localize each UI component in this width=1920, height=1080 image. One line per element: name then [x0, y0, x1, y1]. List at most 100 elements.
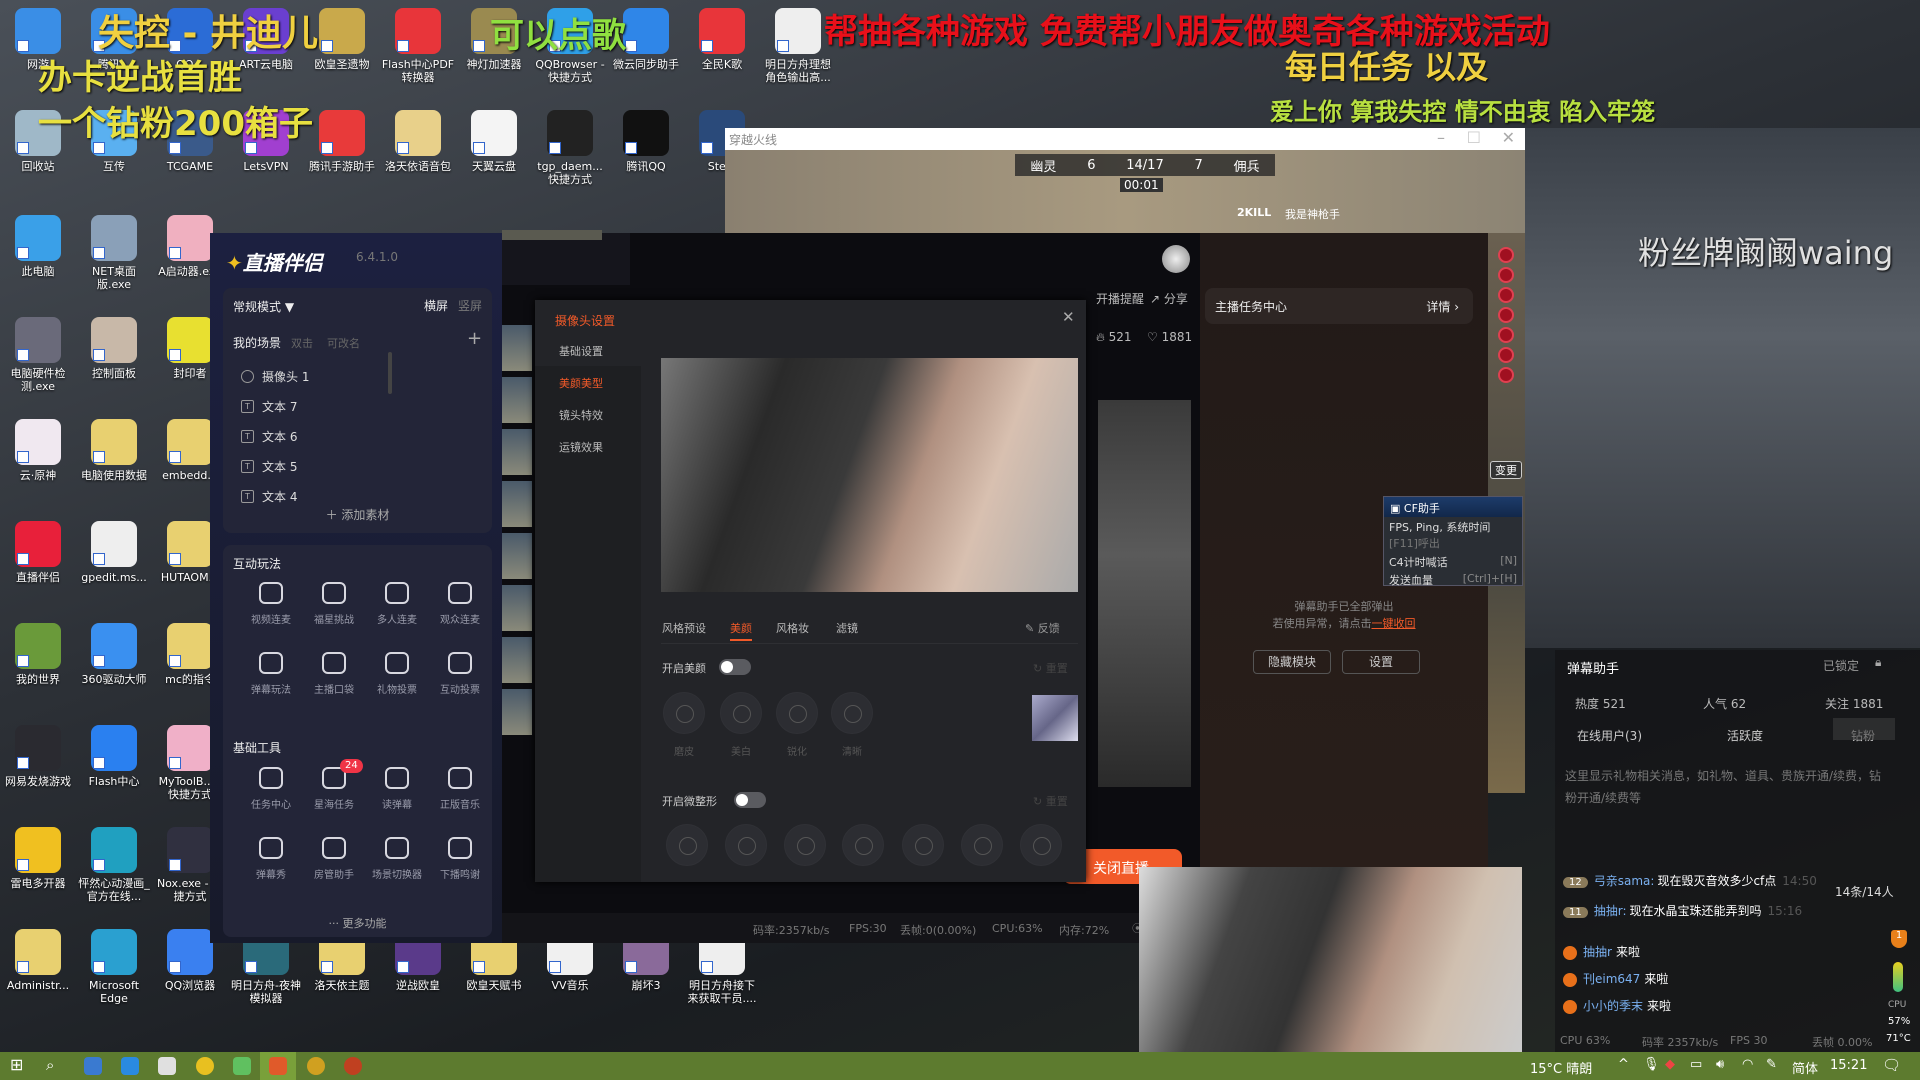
- scene-thumbnail[interactable]: [502, 585, 532, 631]
- add-scene-icon[interactable]: +: [467, 328, 482, 349]
- desktop-icon[interactable]: 洛天依语音包: [380, 110, 456, 173]
- desktop-icon[interactable]: NET桌面版.exe: [76, 215, 152, 291]
- volume-icon[interactable]: 🔊︎: [1716, 1057, 1724, 1072]
- tool-7[interactable]: 礼物投票: [365, 652, 429, 696]
- scene-thumbnail[interactable]: [502, 377, 532, 423]
- desktop-icon[interactable]: Administr...: [0, 929, 76, 992]
- desktop-icon[interactable]: 云·原神: [0, 419, 76, 482]
- pen-icon[interactable]: ✎: [1766, 1057, 1777, 1072]
- enter-username[interactable]: 小小的季末: [1583, 999, 1643, 1013]
- share-button[interactable]: ↗ 分享: [1150, 290, 1188, 307]
- desktop-icon[interactable]: 天翼云盘: [456, 110, 532, 173]
- search-icon[interactable]: ⌕: [46, 1056, 54, 1074]
- cf-item-hp[interactable]: 发送血量 [Ctrl]+[H]: [1384, 571, 1522, 589]
- scene-thumbnail[interactable]: [502, 689, 532, 735]
- desktop-icon[interactable]: 直播伴侣: [0, 521, 76, 584]
- dialog-nav-item[interactable]: 运镜效果: [535, 430, 641, 462]
- desktop-icon[interactable]: Flash中心: [76, 725, 152, 788]
- mail-icon[interactable]: [121, 1057, 139, 1075]
- chat-username[interactable]: 弓亲sama:: [1594, 874, 1655, 888]
- scene-thumbnail[interactable]: [502, 429, 532, 475]
- mode-dropdown[interactable]: 常规模式 ▼: [233, 298, 294, 315]
- tool-5[interactable]: 弹幕秀: [239, 837, 303, 881]
- weather[interactable]: 15°C 晴朗: [1530, 1058, 1592, 1077]
- enter-username[interactable]: 抽抽r: [1583, 945, 1612, 959]
- tool-5[interactable]: 弹幕玩法: [239, 652, 303, 696]
- desktop-icon[interactable]: tgp_daem... 快捷方式: [532, 110, 608, 186]
- tab-4[interactable]: 滤镜: [836, 620, 858, 636]
- feedback-button[interactable]: ✎ 反馈: [1025, 620, 1060, 636]
- tool-3[interactable]: 读弹幕: [365, 767, 429, 811]
- tab-landscape[interactable]: 横屏: [424, 297, 448, 314]
- beauty-option-4[interactable]: [831, 692, 873, 734]
- tool-1[interactable]: 视频连麦: [239, 582, 303, 626]
- game-viewport[interactable]: 幽灵 6 14/17 7 佣兵 00:01 2KILL 我是神枪手: [725, 150, 1525, 233]
- close-icon[interactable]: ✕: [1502, 128, 1515, 147]
- desktop-icon[interactable]: 网易发烧游戏: [0, 725, 76, 788]
- desktop-icon[interactable]: gpedit.ms...: [76, 521, 152, 584]
- scene-thumbnail[interactable]: [502, 637, 532, 683]
- app-icon[interactable]: [196, 1057, 214, 1075]
- reshape-toggle[interactable]: [734, 792, 766, 808]
- hide-module-button[interactable]: 隐藏模块: [1253, 650, 1331, 674]
- minimize-icon[interactable]: –: [1437, 128, 1445, 147]
- tab-online-users[interactable]: 在线用户(3): [1577, 727, 1642, 744]
- beauty-reset[interactable]: ↻ 重置: [1033, 660, 1068, 676]
- microphone-icon[interactable]: 🎙︎: [1643, 1057, 1660, 1072]
- face-reshape-option[interactable]: [725, 824, 767, 866]
- desktop-icon[interactable]: 电脑使用数据: [76, 419, 152, 482]
- cf-item-c4[interactable]: C4计时喊话 [N]: [1384, 553, 1522, 571]
- desktop-icon[interactable]: 腾讯QQ: [608, 110, 684, 173]
- tab-activity[interactable]: 活跃度: [1727, 727, 1763, 744]
- settings-button[interactable]: 设置: [1342, 650, 1420, 674]
- face-reshape-option[interactable]: [961, 824, 1003, 866]
- eye-reshape-option[interactable]: [1020, 824, 1062, 866]
- tool-8[interactable]: 下播鸣谢: [428, 837, 492, 881]
- tray-app-icon[interactable]: ◆: [1665, 1057, 1675, 1072]
- reshape-reset[interactable]: ↻ 重置: [1033, 793, 1068, 809]
- enter-username[interactable]: 刊eim647: [1583, 972, 1640, 986]
- app-icon[interactable]: [233, 1057, 251, 1075]
- scene-item[interactable]: T 文本 5: [241, 458, 391, 478]
- tool-8[interactable]: 互动投票: [428, 652, 492, 696]
- beauty-option-2[interactable]: [720, 692, 762, 734]
- scene-item[interactable]: T 文本 4: [241, 488, 391, 508]
- desktop-icon[interactable]: 此电脑: [0, 215, 76, 278]
- tab-portrait[interactable]: 竖屏: [458, 297, 482, 314]
- desktop-icon[interactable]: 控制面板: [76, 317, 152, 380]
- face-reshape-option[interactable]: [902, 824, 944, 866]
- tool-6[interactable]: 房管助手: [302, 837, 366, 881]
- scene-item[interactable]: T 文本 7: [241, 398, 391, 418]
- tool-1[interactable]: 任务中心: [239, 767, 303, 811]
- store-icon[interactable]: [158, 1057, 176, 1075]
- tool-4[interactable]: 正版音乐: [428, 767, 492, 811]
- desktop-icon[interactable]: 腾讯手游助手: [304, 110, 380, 173]
- task-center-details[interactable]: 详情 ›: [1426, 298, 1459, 315]
- change-button[interactable]: 变更: [1490, 461, 1522, 479]
- face-reshape-option[interactable]: [666, 824, 708, 866]
- dialog-nav-item[interactable]: 基础设置: [535, 334, 641, 366]
- tab-1[interactable]: 风格预设: [662, 620, 706, 636]
- scene-thumbnail[interactable]: [502, 481, 532, 527]
- wifi-icon[interactable]: ◠: [1742, 1057, 1753, 1072]
- desktop-icon[interactable]: 电脑硬件检测.exe: [0, 317, 76, 393]
- tool-2[interactable]: 星海任务 24: [302, 759, 366, 811]
- tool-2[interactable]: 福星挑战: [302, 582, 366, 626]
- desktop-icon[interactable]: 我的世界: [0, 623, 76, 686]
- maximize-icon[interactable]: ☐: [1467, 128, 1481, 147]
- tool-3[interactable]: 多人连麦: [365, 582, 429, 626]
- live-remind[interactable]: 开播提醒: [1096, 290, 1144, 307]
- add-source-button[interactable]: ＋ 添加素材: [223, 506, 492, 523]
- battery-icon[interactable]: ▭: [1690, 1057, 1702, 1072]
- desktop-icon[interactable]: Microsoft Edge: [76, 929, 152, 1005]
- beauty-option-1[interactable]: [663, 692, 705, 734]
- lock-icon[interactable]: 🔒︎: [1875, 655, 1881, 670]
- desktop-icon[interactable]: 雷电多开器: [0, 827, 76, 890]
- cf-item-fps[interactable]: FPS, Ping, 系统时间 [F11]呼出: [1384, 517, 1522, 553]
- scene-thumbnail[interactable]: [502, 533, 532, 579]
- scene-item[interactable]: T 文本 6: [241, 428, 391, 448]
- beauty-toggle[interactable]: [719, 659, 751, 675]
- taskview-icon[interactable]: [84, 1057, 102, 1075]
- close-icon[interactable]: ✕: [1062, 308, 1075, 326]
- crossfire-taskbar-icon[interactable]: [344, 1057, 362, 1075]
